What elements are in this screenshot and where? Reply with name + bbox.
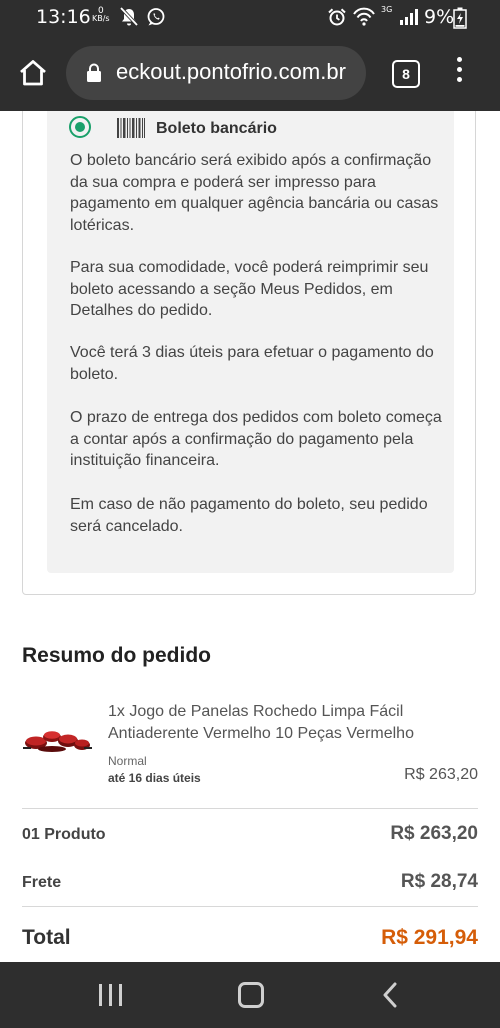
status-time: 13:16 xyxy=(36,6,91,28)
divider xyxy=(22,808,478,809)
boleto-info-paragraph: Para sua comodidade, você poderá reimpri… xyxy=(70,259,429,319)
network-speed: 0 KB/s xyxy=(92,7,110,23)
boleto-info-paragraph: Você terá 3 dias úteis para efetuar o pa… xyxy=(70,344,434,383)
page-content: Boleto bancário O boleto bancário será e… xyxy=(0,111,500,962)
tab-count: 8 xyxy=(402,66,410,82)
boleto-label[interactable]: Boleto bancário xyxy=(156,120,277,138)
boleto-info-paragraph: O boleto bancário será exibido após a co… xyxy=(70,152,439,234)
network-type-label: 3G xyxy=(381,5,393,14)
boleto-info-paragraph: O prazo de entrega dos pedidos com bolet… xyxy=(70,409,442,469)
product-price: R$ 263,20 xyxy=(404,766,478,783)
system-nav-bar xyxy=(0,962,500,1028)
more-vert-icon[interactable] xyxy=(452,57,466,91)
shipping-type: Normal xyxy=(108,754,147,768)
barcode-icon xyxy=(117,118,145,138)
shipping-time: até 16 dias úteis xyxy=(108,771,201,785)
home-icon[interactable] xyxy=(18,58,48,88)
status-bar: 13:16 0 KB/s 3G 9% xyxy=(0,0,500,36)
battery-percent: 9% xyxy=(424,6,455,28)
wifi-icon xyxy=(353,7,375,26)
battery-icon xyxy=(453,7,467,29)
products-count-label: 01 Produto xyxy=(22,826,106,843)
total-value: R$ 291,94 xyxy=(381,926,478,949)
back-icon[interactable] xyxy=(380,982,400,1008)
shipping-cost: R$ 28,74 xyxy=(400,871,478,892)
tabs-icon[interactable]: 8 xyxy=(392,60,420,88)
boleto-radio[interactable] xyxy=(69,116,91,138)
whatsapp-icon xyxy=(147,8,165,26)
browser-toolbar: eckout.pontofrio.com.br 8 xyxy=(0,36,500,111)
payment-method-card: Boleto bancário O boleto bancário será e… xyxy=(22,111,476,595)
shipping-label: Frete xyxy=(22,874,62,891)
total-label: Total xyxy=(22,926,71,949)
bell-off-icon xyxy=(120,7,138,27)
home-circle-icon[interactable] xyxy=(238,982,264,1008)
address-bar[interactable]: eckout.pontofrio.com.br xyxy=(66,46,366,100)
boleto-info-paragraph: Em caso de não pagamento do boleto, seu … xyxy=(70,496,428,535)
product-image xyxy=(23,731,92,752)
signal-icon xyxy=(400,9,418,25)
recents-icon[interactable] xyxy=(98,984,123,1006)
divider xyxy=(22,906,478,907)
products-subtotal: R$ 263,20 xyxy=(390,823,478,844)
boleto-option: Boleto bancário O boleto bancário será e… xyxy=(47,111,454,573)
order-summary-title: Resumo do pedido xyxy=(22,644,211,667)
lock-icon xyxy=(87,63,101,82)
product-name: 1x Jogo de Panelas Rochedo Limpa Fácil A… xyxy=(108,703,414,742)
url-text[interactable]: eckout.pontofrio.com.br xyxy=(116,59,346,85)
alarm-icon xyxy=(328,8,346,26)
network-speed-unit: KB/s xyxy=(92,14,110,23)
